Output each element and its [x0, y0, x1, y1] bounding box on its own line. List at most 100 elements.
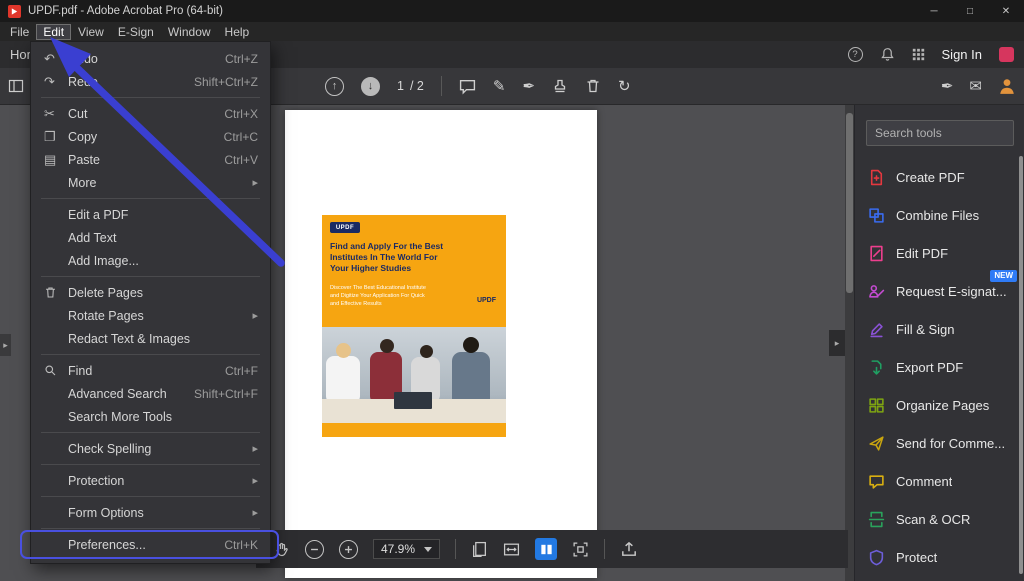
flyer-graphic: UPDF Find and Apply For the Best Institu… [322, 215, 506, 437]
tool-label: Scan & OCR [896, 511, 971, 527]
menubar: File Edit View E-Sign Window Help [0, 22, 1024, 41]
menu-item-search-more-tools[interactable]: Search More Tools [31, 405, 270, 428]
search-tools-input[interactable] [866, 120, 1014, 146]
tool-item-scan-ocr[interactable]: Scan & OCR [855, 500, 1024, 538]
fill-sign-icon [868, 321, 885, 338]
left-panel-toggle[interactable]: ▸ [0, 334, 11, 356]
menu-item-preferences[interactable]: Preferences... Ctrl+K [20, 530, 279, 559]
flyer-brand: UPDF [476, 297, 496, 304]
page-down-button[interactable]: ↓ [361, 76, 380, 96]
menu-separator [41, 496, 260, 497]
menu-separator [41, 432, 260, 433]
send-email-icon[interactable]: ✉ [969, 79, 982, 94]
menu-item-add-text[interactable]: Add Text [31, 226, 270, 249]
sign-pen-icon[interactable]: ✒ [522, 79, 535, 94]
share-upload-icon[interactable] [620, 540, 638, 558]
menu-item-redact[interactable]: Redact Text & Images [31, 327, 270, 350]
two-page-view-button[interactable] [535, 538, 558, 560]
notifications-bell-icon[interactable] [880, 47, 895, 62]
page-thumbnails-icon[interactable] [8, 78, 24, 94]
menu-item-label: Search More Tools [68, 409, 172, 424]
submenu-arrow-icon: ▸ [252, 475, 258, 487]
apps-grid-icon[interactable] [912, 48, 925, 61]
highlighter-icon[interactable]: ✎ [493, 79, 506, 94]
menu-item-paste[interactable]: ▤ Paste Ctrl+V [31, 148, 270, 171]
menu-file[interactable]: File [3, 24, 36, 40]
tool-item-comment[interactable]: Comment [855, 462, 1024, 500]
request-signature-icon[interactable]: ✒ [941, 79, 954, 94]
maximize-button[interactable]: □ [952, 0, 988, 22]
request-esignatures-icon [868, 283, 885, 300]
tool-label: Edit PDF [896, 245, 949, 261]
tool-label: Combine Files [896, 207, 980, 223]
zoom-level-value: 47.9% [381, 542, 416, 556]
menu-window[interactable]: Window [161, 24, 218, 40]
menu-item-copy[interactable]: ❐ Copy Ctrl+C [31, 125, 270, 148]
tool-item-edit-pdf[interactable]: Edit PDF [855, 234, 1024, 272]
rotate-icon[interactable]: ↻ [618, 79, 631, 94]
search-icon [44, 364, 68, 377]
menu-item-more[interactable]: More ▸ [31, 171, 270, 194]
menu-separator [41, 464, 260, 465]
menu-item-add-image[interactable]: Add Image... [31, 249, 270, 272]
menu-item-edit-a-pdf[interactable]: Edit a PDF [31, 203, 270, 226]
stamp-icon[interactable] [552, 78, 568, 94]
menu-view[interactable]: View [71, 24, 111, 40]
acrobat-logo-icon [8, 4, 21, 18]
menu-item-delete-pages[interactable]: Delete Pages [31, 281, 270, 304]
document-scrollbar[interactable] [845, 105, 854, 581]
menu-separator [41, 528, 260, 529]
help-icon[interactable]: ? [847, 47, 863, 62]
right-panel-toggle[interactable]: ▸ [829, 330, 845, 356]
comment-bubble-icon[interactable] [459, 78, 476, 95]
tool-item-fill-sign[interactable]: Fill & Sign [855, 310, 1024, 348]
tool-item-protect[interactable]: Protect [855, 538, 1024, 576]
menu-item-rotate-pages[interactable]: Rotate Pages ▸ [31, 304, 270, 327]
menu-item-advanced-search[interactable]: Advanced Search Shift+Ctrl+F [31, 382, 270, 405]
menu-item-label: Edit a PDF [68, 207, 129, 222]
tool-item-combine-files[interactable]: Combine Files [855, 196, 1024, 234]
menu-item-cut[interactable]: ✂ Cut Ctrl+X [31, 102, 270, 125]
fit-page-icon[interactable] [572, 541, 589, 558]
red-app-icon[interactable] [999, 47, 1014, 62]
zoom-level-select[interactable]: 47.9% [373, 539, 441, 559]
zoom-in-button[interactable] [339, 539, 358, 559]
sign-in-button[interactable]: Sign In [942, 47, 982, 62]
menu-help[interactable]: Help [218, 24, 257, 40]
page-up-button[interactable]: ↑ [325, 76, 344, 96]
scrollbar-thumb[interactable] [846, 113, 853, 293]
tool-label: Create PDF [896, 169, 965, 185]
chevron-down-icon [424, 546, 433, 552]
menu-item-label: Rotate Pages [68, 308, 144, 323]
menu-item-find[interactable]: Find Ctrl+F [31, 359, 270, 382]
menu-edit[interactable]: Edit [36, 23, 72, 40]
toolbar-divider [440, 76, 442, 96]
menu-esign[interactable]: E-Sign [111, 24, 161, 40]
menu-item-label: Check Spelling [68, 441, 152, 456]
page-indicator: 1 / 2 [397, 79, 424, 93]
tool-item-organize-pages[interactable]: Organize Pages [855, 386, 1024, 424]
menu-item-check-spelling[interactable]: Check Spelling ▸ [31, 437, 270, 460]
menu-item-undo[interactable]: ↶ Undo Ctrl+Z [31, 47, 270, 70]
close-button[interactable]: ✕ [988, 0, 1024, 22]
tool-item-send-for-comments[interactable]: Send for Comme... [855, 424, 1024, 462]
menu-item-form-options[interactable]: Form Options ▸ [31, 501, 270, 524]
menu-item-label: More [68, 175, 97, 190]
hand-tool-icon[interactable] [274, 541, 290, 557]
menu-item-redo[interactable]: ↷ Redo Shift+Ctrl+Z [31, 70, 270, 93]
trash-icon[interactable] [585, 78, 601, 94]
undo-icon: ↶ [44, 50, 55, 66]
tool-item-request-esignatures[interactable]: Request E-signat... NEW [855, 270, 1024, 310]
flyer-logo: UPDF [330, 222, 360, 233]
menu-item-protection[interactable]: Protection ▸ [31, 469, 270, 492]
user-avatar[interactable] [998, 77, 1016, 95]
tool-item-export-pdf[interactable]: Export PDF [855, 348, 1024, 386]
single-page-view-icon[interactable] [471, 541, 488, 558]
tool-item-create-pdf[interactable]: Create PDF [855, 158, 1024, 196]
current-page[interactable]: 1 [397, 79, 404, 93]
zoom-out-button[interactable] [305, 539, 324, 559]
tool-label: Send for Comme... [896, 435, 1006, 451]
fit-width-icon[interactable] [503, 541, 520, 558]
minimize-button[interactable]: ─ [916, 0, 952, 22]
tools-panel-scrollbar[interactable] [1019, 156, 1023, 574]
